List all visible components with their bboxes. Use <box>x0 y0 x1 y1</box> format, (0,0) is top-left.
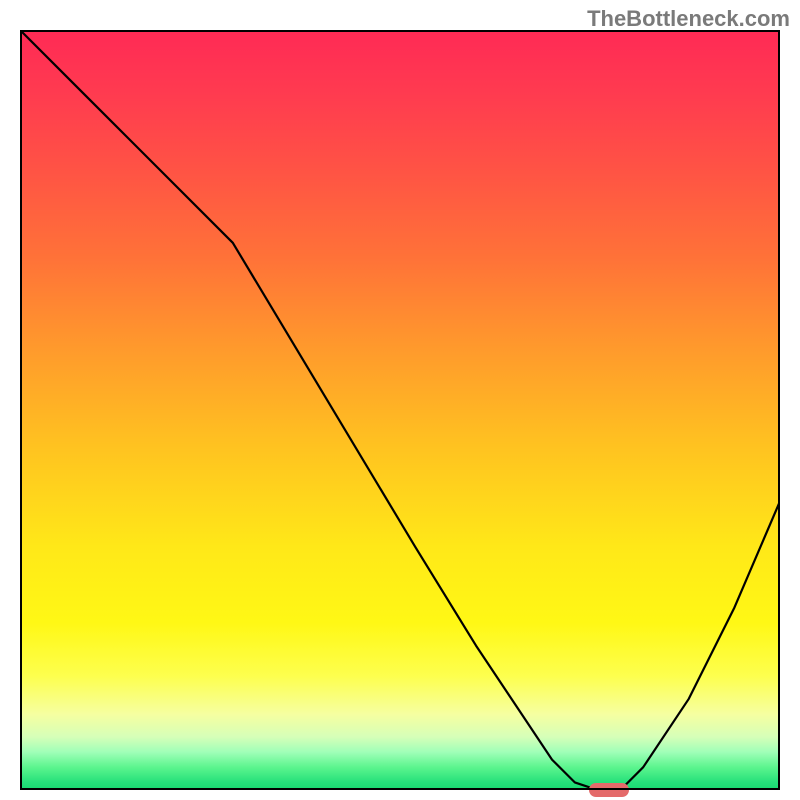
watermark-text: TheBottleneck.com <box>587 6 790 32</box>
bottleneck-curve <box>20 30 780 790</box>
plot-area <box>20 30 780 790</box>
optimal-marker <box>589 783 629 797</box>
chart-container: TheBottleneck.com <box>0 0 800 800</box>
curve-layer <box>20 30 780 790</box>
